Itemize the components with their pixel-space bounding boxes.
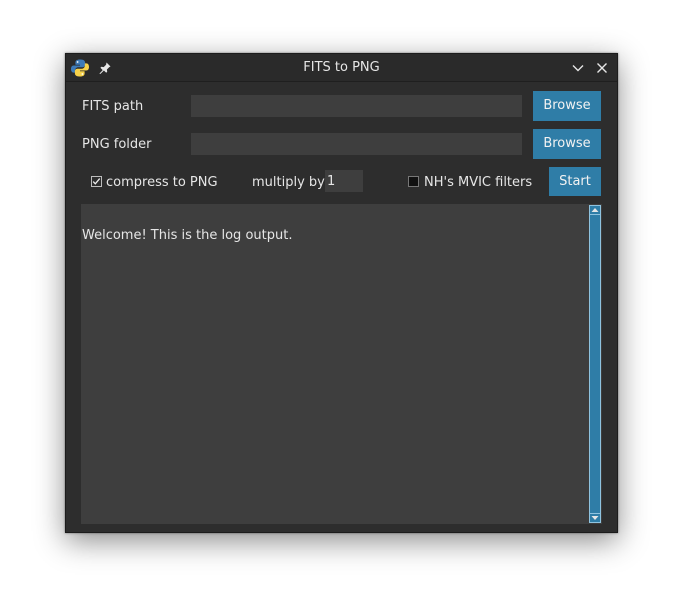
scroll-up-arrow-icon[interactable] — [589, 205, 601, 215]
title-bar[interactable]: FITS to PNG — [66, 54, 617, 82]
chevron-down-icon[interactable] — [571, 60, 585, 74]
fits-browse-button[interactable]: Browse — [533, 91, 601, 121]
log-output[interactable]: Welcome! This is the log output. — [81, 204, 588, 524]
check-icon — [92, 178, 101, 185]
fits-path-input[interactable] — [191, 95, 522, 117]
log-text: Welcome! This is the log output. — [82, 228, 293, 243]
compress-label[interactable]: compress to PNG — [106, 175, 218, 191]
compress-checkbox[interactable] — [91, 176, 102, 187]
mvic-checkbox[interactable] — [408, 176, 419, 187]
scrollbar-thumb[interactable] — [589, 215, 601, 513]
png-browse-button[interactable]: Browse — [533, 129, 601, 159]
png-folder-input[interactable] — [191, 133, 522, 155]
fits-path-label: FITS path — [82, 99, 144, 114]
log-scrollbar[interactable] — [588, 204, 602, 524]
multiply-label: multiply by — [252, 175, 325, 190]
scroll-down-arrow-icon[interactable] — [589, 513, 601, 523]
start-button[interactable]: Start — [549, 167, 601, 196]
window-title: FITS to PNG — [303, 60, 380, 75]
close-icon[interactable] — [595, 60, 609, 74]
app-window: FITS to PNG FITS path Browse PNG folder … — [65, 53, 618, 533]
png-folder-label: PNG folder — [82, 137, 152, 152]
multiply-input[interactable] — [325, 170, 363, 192]
mvic-label[interactable]: NH's MVIC filters — [424, 175, 532, 191]
